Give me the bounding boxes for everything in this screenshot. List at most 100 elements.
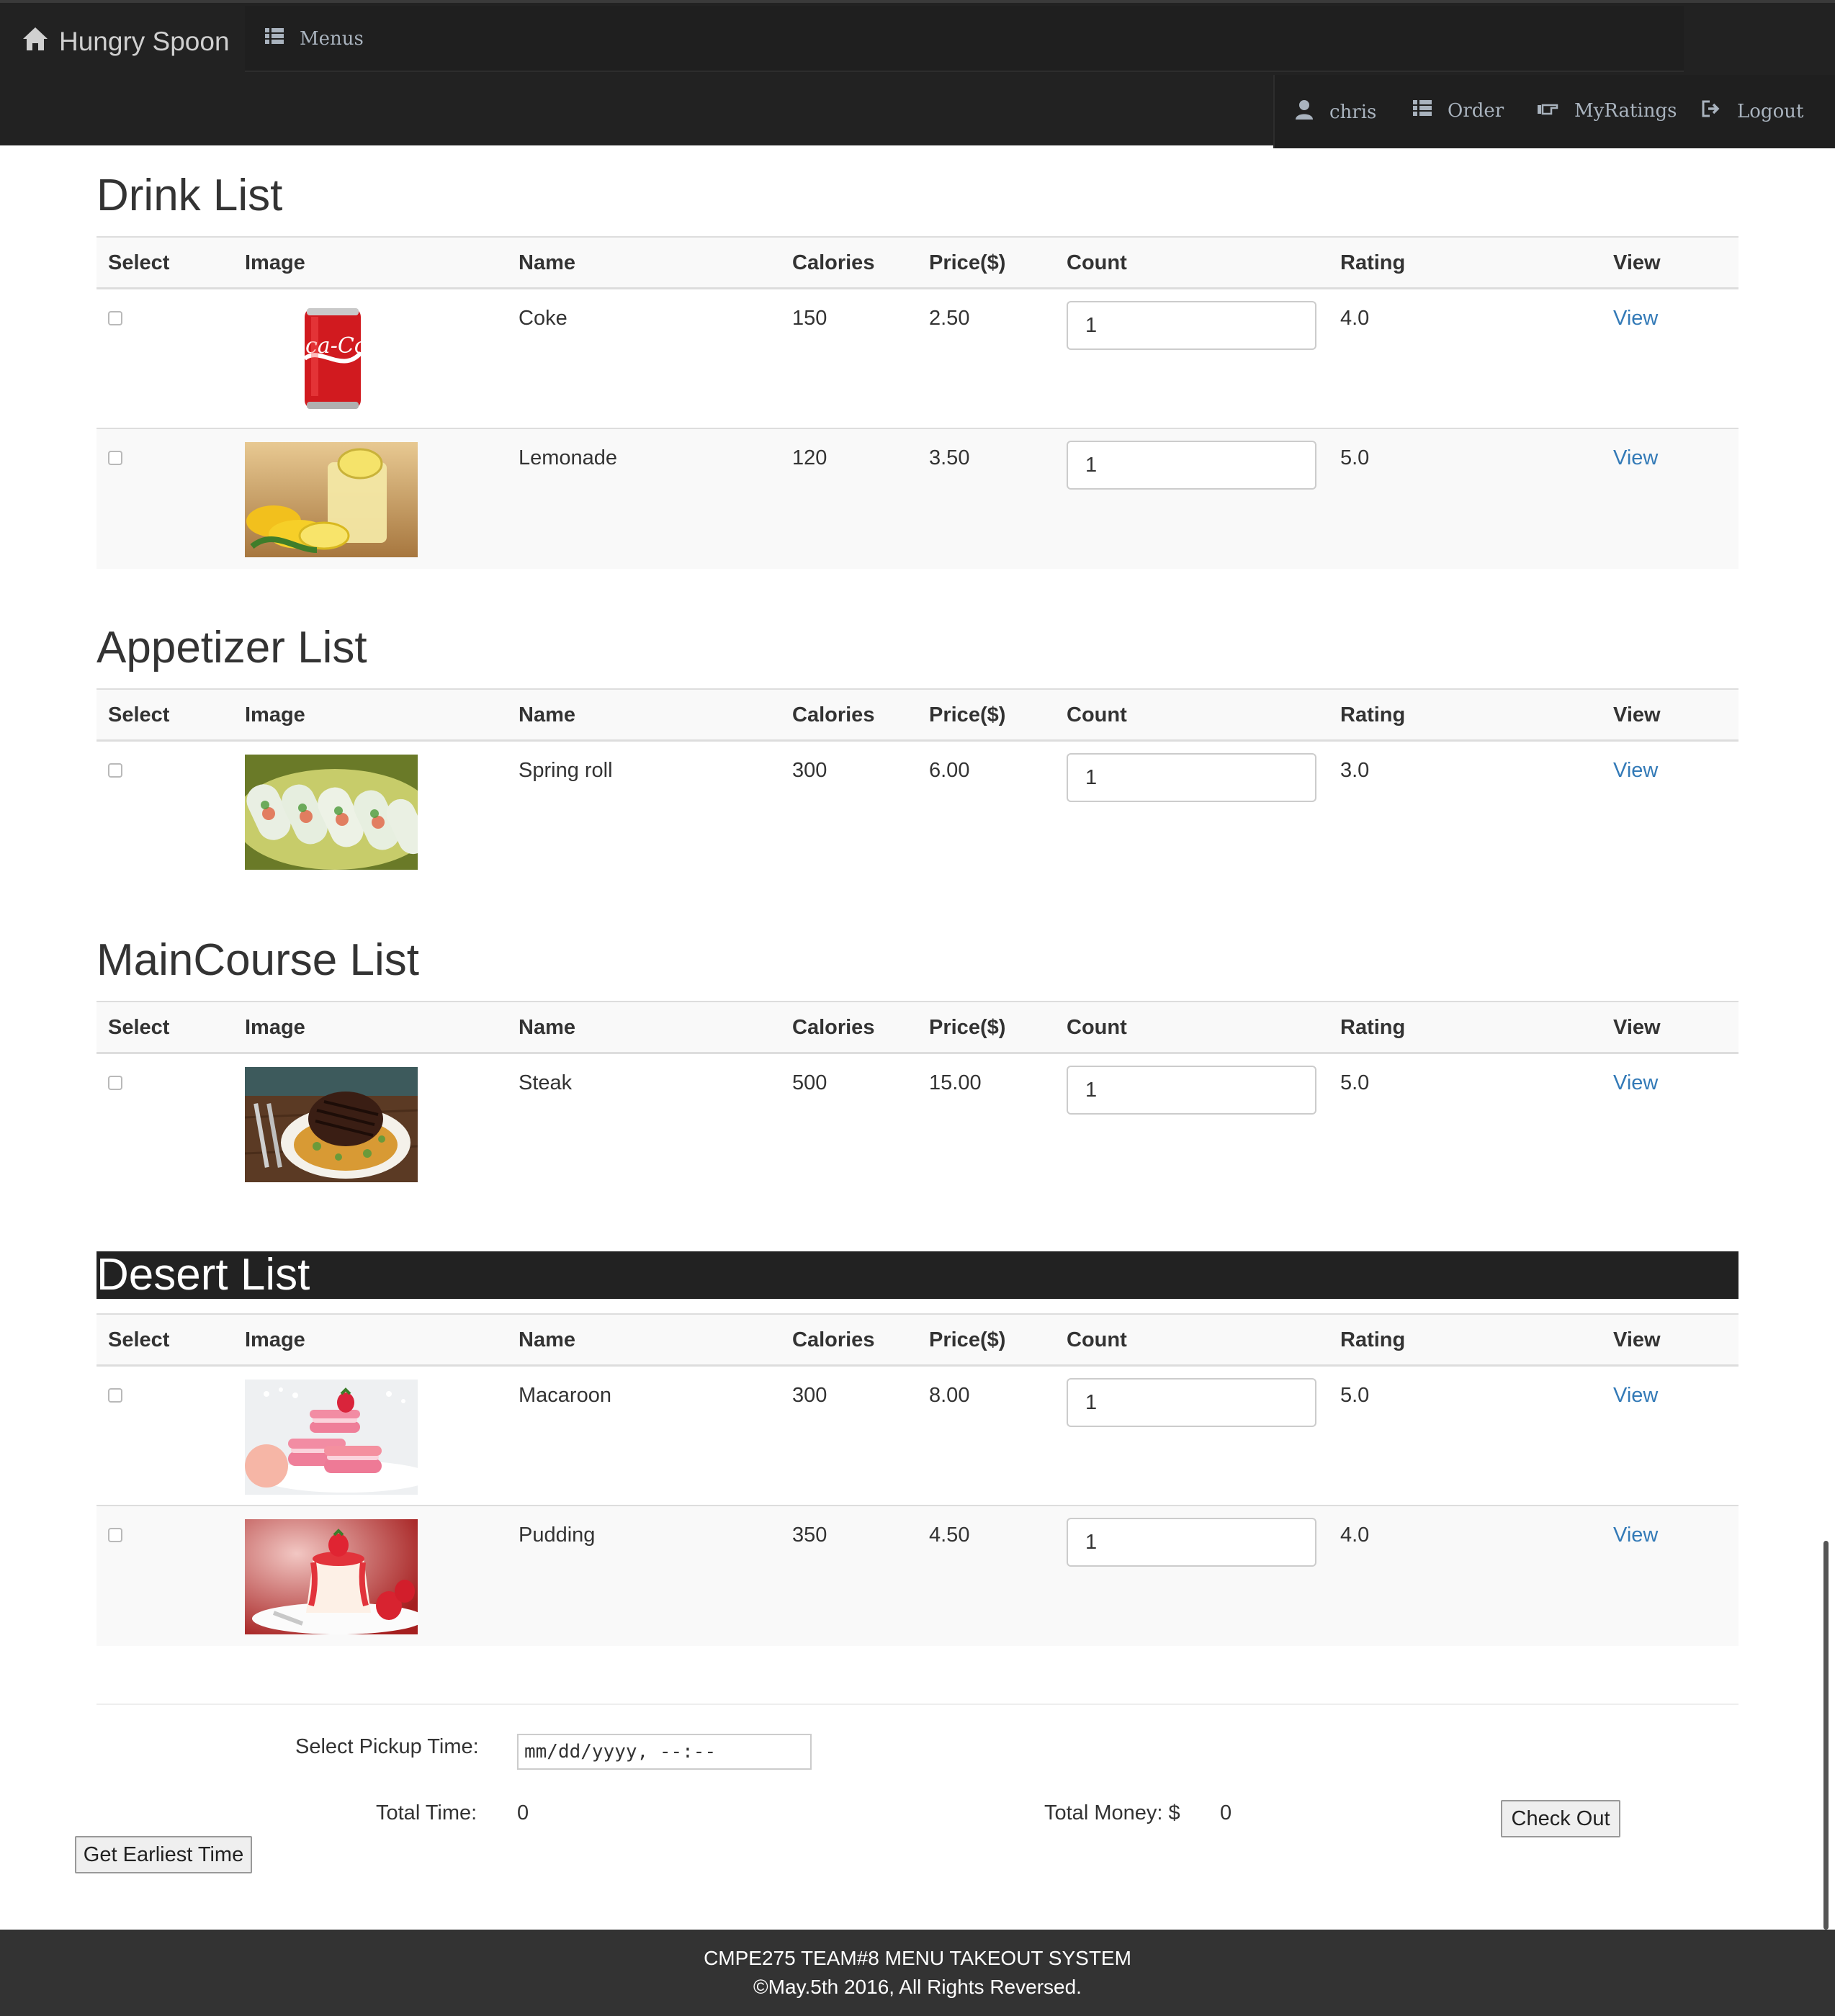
select-checkbox[interactable] (108, 1528, 122, 1542)
brand-name: Hungry Spoon (59, 27, 230, 56)
table-header: Select Image Name Calories Price($) Coun… (97, 688, 1738, 742)
col-count: Count (1067, 703, 1127, 726)
maincourse-table: Select Image Name Calories Price($) Coun… (97, 1001, 1738, 1194)
desert-table: Select Image Name Calories Price($) Coun… (97, 1313, 1738, 1646)
item-name: Pudding (519, 1524, 596, 1547)
item-calories: 150 (792, 307, 827, 330)
count-input[interactable]: 1 (1067, 753, 1316, 802)
view-link[interactable]: View (1613, 1068, 1658, 1097)
nav-menus[interactable]: Menus (265, 27, 364, 50)
col-name: Name (519, 251, 575, 274)
item-name: Macaroon (519, 1384, 611, 1407)
count-input[interactable]: 1 (1067, 1518, 1316, 1567)
brand-link[interactable]: Hungry Spoon (22, 24, 230, 59)
appetizer-table: Select Image Name Calories Price($) Coun… (97, 688, 1738, 881)
view-link[interactable]: View (1613, 1521, 1658, 1549)
table-header: Select Image Name Calories Price($) Coun… (97, 1001, 1738, 1054)
col-image: Image (245, 1328, 305, 1351)
maincourse-list-title: MainCourse List (97, 935, 419, 985)
scrollbar[interactable] (1823, 1541, 1829, 1930)
col-calories: Calories (792, 1328, 875, 1351)
item-rating: 4.0 (1340, 307, 1370, 330)
view-link[interactable]: View (1613, 756, 1658, 785)
view-link[interactable]: View (1613, 444, 1658, 472)
col-view: View (1613, 703, 1661, 726)
item-rating: 3.0 (1340, 759, 1370, 782)
table-row: ca-Col Coke 150 2.50 1 4.0 View (97, 289, 1738, 429)
lemonade-image (245, 442, 418, 557)
item-price: 2.50 (929, 307, 970, 330)
item-rating: 4.0 (1340, 1524, 1370, 1547)
table-row: Lemonade 120 3.50 1 5.0 View (97, 429, 1738, 569)
select-checkbox[interactable] (108, 311, 122, 325)
col-view: View (1613, 251, 1661, 274)
table-row: Macaroon 300 8.00 1 5.0 View (97, 1367, 1738, 1506)
col-rating: Rating (1340, 703, 1406, 726)
table-header: Select Image Name Calories Price($) Coun… (97, 1313, 1738, 1367)
table-header: Select Image Name Calories Price($) Coun… (97, 236, 1738, 289)
nav-user[interactable]: chris (1295, 99, 1376, 125)
count-input[interactable]: 1 (1067, 1378, 1316, 1427)
pickup-time-input[interactable]: mm/dd/yyyy, --:-- (517, 1734, 812, 1770)
nav-order[interactable]: Order (1413, 99, 1504, 122)
item-price: 6.00 (929, 759, 970, 782)
select-checkbox[interactable] (108, 1076, 122, 1090)
total-time-label: Total Time: (376, 1801, 477, 1824)
list-icon (1413, 99, 1432, 122)
count-input[interactable]: 1 (1067, 301, 1316, 350)
col-name: Name (519, 1328, 575, 1351)
col-image: Image (245, 1016, 305, 1039)
col-name: Name (519, 1016, 575, 1039)
col-view: View (1613, 1016, 1661, 1039)
nav-logout[interactable]: Logout (1701, 99, 1803, 123)
total-time-value: 0 (517, 1801, 529, 1824)
col-rating: Rating (1340, 251, 1406, 274)
col-select: Select (108, 1016, 170, 1039)
select-checkbox[interactable] (108, 1388, 122, 1403)
nav-order-label: Order (1448, 99, 1504, 122)
view-link[interactable]: View (1613, 304, 1658, 333)
home-icon (22, 26, 49, 58)
check-out-button[interactable]: Check Out (1501, 1800, 1620, 1837)
item-price: 4.50 (929, 1524, 970, 1547)
total-money-label: Total Money: $ (1044, 1801, 1180, 1824)
panna-cotta-image (245, 1519, 418, 1634)
item-price: 3.50 (929, 446, 970, 469)
item-calories: 120 (792, 446, 827, 469)
item-name: Spring roll (519, 759, 613, 782)
col-view: View (1613, 1328, 1661, 1351)
hand-pointer-icon (1537, 99, 1558, 122)
col-count: Count (1067, 1016, 1127, 1039)
table-row: Steak 500 15.00 1 5.0 View (97, 1054, 1738, 1194)
col-price: Price($) (929, 251, 1006, 274)
footer-copyright: ©May.5th 2016, All Rights Reversed. (753, 1976, 1082, 1998)
count-input[interactable]: 1 (1067, 1066, 1316, 1115)
item-name: Coke (519, 307, 567, 330)
col-calories: Calories (792, 1016, 875, 1039)
list-icon (265, 27, 284, 50)
col-price: Price($) (929, 1328, 1006, 1351)
nav-top-bar: Menus (245, 6, 1684, 72)
total-money-value: 0 (1220, 1801, 1232, 1824)
select-checkbox[interactable] (108, 763, 122, 778)
navbar: Hungry Spoon Menus chris Order MyRatings… (0, 0, 1835, 148)
view-link[interactable]: View (1613, 1381, 1658, 1410)
footer-title: CMPE275 TEAM#8 MENU TAKEOUT SYSTEM (704, 1947, 1131, 1969)
macaroons-image (245, 1380, 418, 1495)
nav-myratings-label: MyRatings (1574, 99, 1677, 122)
spring-rolls-image (245, 755, 418, 870)
item-rating: 5.0 (1340, 446, 1370, 469)
nav-myratings[interactable]: MyRatings (1537, 99, 1677, 122)
nav-right-bar: chris Order MyRatings Logout (1273, 75, 1835, 148)
item-rating: 5.0 (1340, 1384, 1370, 1407)
col-count: Count (1067, 251, 1127, 274)
item-price: 15.00 (929, 1071, 982, 1094)
count-input[interactable]: 1 (1067, 441, 1316, 490)
item-name: Lemonade (519, 446, 618, 469)
col-count: Count (1067, 1328, 1127, 1351)
desert-list-title: Desert List (97, 1251, 1738, 1299)
col-rating: Rating (1340, 1328, 1406, 1351)
select-checkbox[interactable] (108, 451, 122, 465)
get-earliest-time-button[interactable]: Get Earliest Time (75, 1836, 252, 1873)
nav-menus-label: Menus (300, 27, 364, 50)
